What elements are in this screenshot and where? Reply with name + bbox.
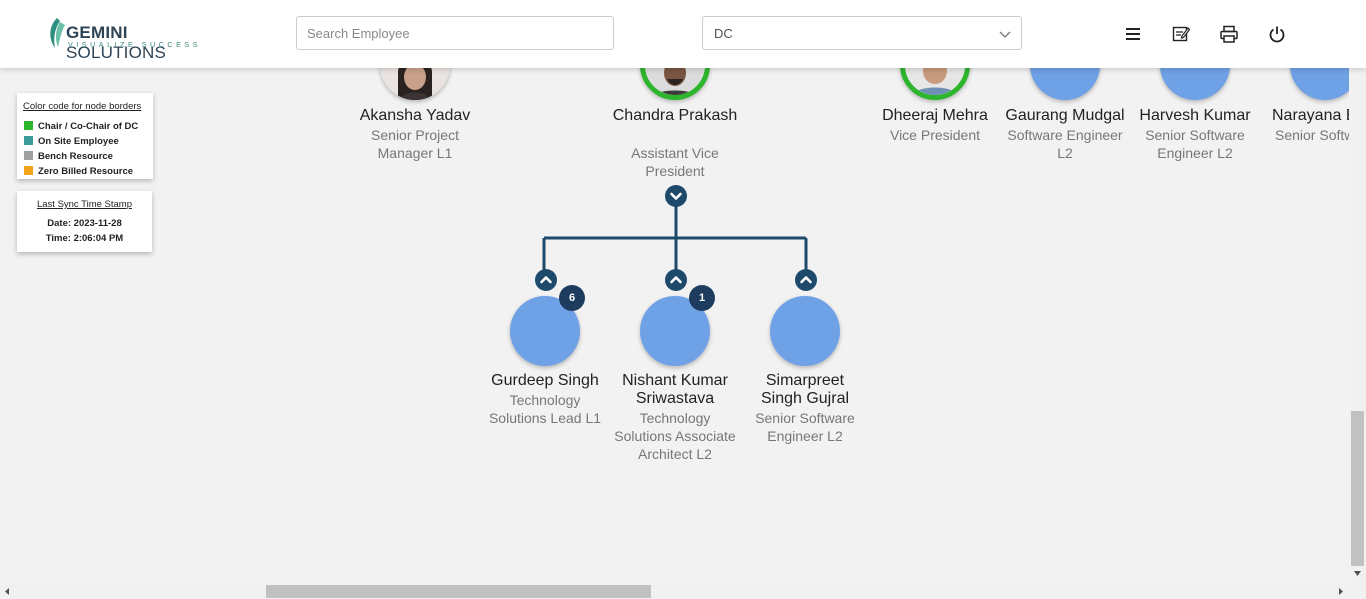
vertical-scrollbar-thumb[interactable] — [1351, 411, 1364, 566]
node-title: Senior Project Manager L1 — [371, 127, 459, 161]
chevron-down-icon — [670, 192, 682, 200]
print-icon[interactable] — [1219, 24, 1239, 44]
node-title: Senior Software Engineer L2 — [1145, 127, 1245, 161]
company-logo[interactable]: GEMINI SOLUTIONS VISUALIZE SUCCESS — [46, 16, 216, 62]
scroll-down-icon[interactable] — [1352, 569, 1363, 578]
node-name: Akansha Yadav — [359, 107, 471, 124]
scroll-right-icon[interactable] — [1336, 587, 1345, 596]
node-title: Senior Softw Engineer L — [1275, 127, 1349, 143]
node-title: Technology Solutions Associate Architect… — [614, 410, 736, 462]
node-title: Vice President — [889, 127, 980, 143]
node-title: Senior Software Engineer L2 — [755, 410, 855, 444]
edit-icon[interactable] — [1171, 24, 1191, 44]
scroll-left-icon[interactable] — [3, 587, 12, 596]
dc-dropdown-value: DC — [714, 26, 733, 41]
power-icon[interactable] — [1267, 24, 1287, 44]
node-name: Gaurang Mudgal — [1005, 107, 1125, 124]
dc-dropdown[interactable]: DC — [702, 16, 1022, 50]
search-employee-input[interactable] — [296, 16, 614, 50]
chevron-up-icon — [540, 276, 552, 284]
horizontal-scrollbar-thumb[interactable] — [266, 585, 651, 598]
avatar — [770, 296, 840, 366]
leaf-logo-icon — [50, 18, 65, 48]
node-name: Simarpreet Singh Gujral — [760, 372, 850, 407]
node-title: Technology Solutions Lead L1 — [488, 392, 602, 426]
direct-reports-badge: 1 — [689, 285, 715, 311]
node-title: Assistant Vice President — [631, 145, 719, 179]
expand-toggle[interactable] — [665, 269, 687, 291]
node-name: Nishant Kumar Sriwastava — [622, 372, 728, 407]
expand-toggle[interactable] — [535, 269, 557, 291]
expand-toggle[interactable] — [795, 269, 817, 291]
horizontal-scrollbar[interactable] — [0, 584, 1366, 599]
vertical-scrollbar[interactable] — [1349, 68, 1366, 584]
node-name: Chandra Prakash — [612, 107, 738, 124]
direct-reports-badge: 6 — [559, 285, 585, 311]
node-title: Software Engineer L2 — [1007, 127, 1123, 161]
node-name: Harvesh Kumar — [1139, 107, 1251, 124]
node-name: Dheeraj Mehra — [882, 107, 988, 124]
node-name: Gurdeep Singh — [491, 372, 599, 389]
chevron-up-icon — [670, 276, 682, 284]
collapse-toggle[interactable] — [665, 185, 687, 207]
node-name: Narayana B — [1272, 107, 1349, 124]
chevron-up-icon — [800, 276, 812, 284]
menu-icon[interactable] — [1123, 24, 1143, 44]
chevron-down-icon — [999, 31, 1011, 38]
app-header: GEMINI SOLUTIONS VISUALIZE SUCCESS DC — [0, 0, 1366, 68]
logo-tagline: VISUALIZE SUCCESS — [68, 40, 201, 49]
